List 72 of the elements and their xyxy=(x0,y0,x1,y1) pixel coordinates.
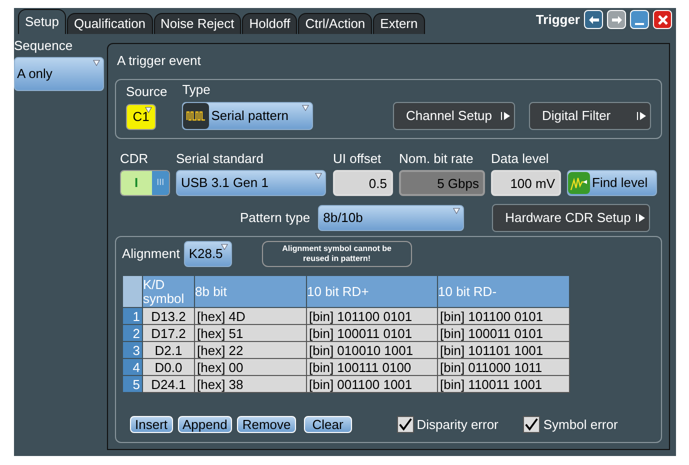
checkmark-icon xyxy=(398,416,413,432)
column-header: 10 bit RD+ xyxy=(306,276,438,308)
dropdown-triangle-icon xyxy=(220,244,228,250)
ui-offset-field[interactable]: 0.5 xyxy=(333,170,393,196)
serial-standard-label: Serial standard xyxy=(176,150,264,168)
sequence-dropdown[interactable]: A only xyxy=(14,56,104,90)
row-number: 2 xyxy=(122,324,142,342)
find-level-button[interactable]: Find level xyxy=(567,170,657,196)
row-number: 1 xyxy=(122,308,142,324)
table-cell: [bin] 110011 1001 xyxy=(438,376,570,392)
minimize-icon xyxy=(635,23,644,26)
table-action-button[interactable]: Insert xyxy=(130,416,173,433)
close-button[interactable] xyxy=(653,10,672,30)
tab[interactable]: Noise Reject xyxy=(154,13,242,34)
type-dropdown[interactable]: Serial pattern xyxy=(182,102,314,130)
forward-button[interactable] xyxy=(607,10,626,30)
right-triangle-icon xyxy=(640,112,646,120)
window-title: Trigger xyxy=(536,11,580,29)
checkbox-label: Symbol error xyxy=(543,416,618,434)
ui-offset-label: UI offset xyxy=(333,150,382,168)
pulse-train-icon xyxy=(183,102,210,128)
tab[interactable]: Setup xyxy=(18,9,66,34)
tab[interactable]: Qualification xyxy=(66,13,153,34)
checkmark-icon xyxy=(524,416,540,432)
tab[interactable]: Holdoff xyxy=(242,13,298,34)
right-arrow-icon xyxy=(610,14,622,26)
sequence-label: Sequence xyxy=(14,37,74,55)
dropdown-triangle-icon xyxy=(145,106,152,112)
pattern-type-label: Pattern type xyxy=(240,209,310,228)
table-cell: [hex] 38 xyxy=(194,376,306,392)
source-label: Source xyxy=(126,83,168,101)
row-number: 3 xyxy=(122,342,142,358)
digital-filter-button[interactable]: Digital Filter xyxy=(529,102,651,130)
table-action-button[interactable]: Remove xyxy=(237,416,296,433)
alignment-label: Alignment xyxy=(122,245,180,264)
cdr-label: CDR xyxy=(120,150,150,168)
corner-cell xyxy=(122,276,142,308)
back-button[interactable] xyxy=(584,10,603,30)
minimize-button[interactable] xyxy=(630,10,649,30)
alignment-note: Alignment symbol cannot be reused in pattern! xyxy=(262,241,412,267)
table-cell: D24.1 xyxy=(142,376,194,392)
serial-standard-dropdown[interactable]: USB 3.1 Gen 1 xyxy=(176,170,326,196)
checkbox-label: Disparity error xyxy=(416,416,498,434)
dropdown-triangle-icon xyxy=(453,208,460,214)
dropdown-triangle-icon xyxy=(315,173,322,179)
bit-rate-label: Nom. bit rate xyxy=(399,150,474,168)
level-signal-icon xyxy=(568,172,590,194)
close-icon xyxy=(656,14,668,26)
table-action-button[interactable]: Append xyxy=(178,416,232,433)
row-number: 4 xyxy=(122,358,142,376)
panel-title: A trigger event xyxy=(116,52,202,70)
table-action-button[interactable]: Clear xyxy=(304,416,352,433)
data-level-field[interactable]: 100 mV xyxy=(491,170,561,196)
tab[interactable]: Extern xyxy=(373,13,425,34)
data-level-label: Data level xyxy=(491,150,550,168)
channel-setup-button[interactable]: Channel Setup xyxy=(393,102,515,130)
tab[interactable]: Ctrl/Action xyxy=(298,13,372,34)
source-dropdown[interactable]: C1 xyxy=(126,104,156,130)
right-triangle-icon xyxy=(639,214,646,222)
checkbox[interactable] xyxy=(523,416,540,433)
pattern-type-dropdown[interactable]: 8b/10b xyxy=(318,205,464,231)
column-header: 10 bit RD- xyxy=(438,276,570,308)
alignment-dropdown[interactable]: K28.5 xyxy=(184,241,232,267)
type-label: Type xyxy=(182,81,212,99)
table-cell: [bin] 001100 1001 xyxy=(306,376,438,392)
checkbox[interactable] xyxy=(396,416,414,433)
left-arrow-icon xyxy=(588,14,600,26)
hardware-cdr-setup-button[interactable]: Hardware CDR Setup xyxy=(492,204,650,232)
dropdown-triangle-icon xyxy=(93,60,100,66)
dropdown-triangle-icon xyxy=(302,104,310,110)
right-triangle-icon xyxy=(504,112,510,120)
row-number: 5 xyxy=(122,376,142,392)
